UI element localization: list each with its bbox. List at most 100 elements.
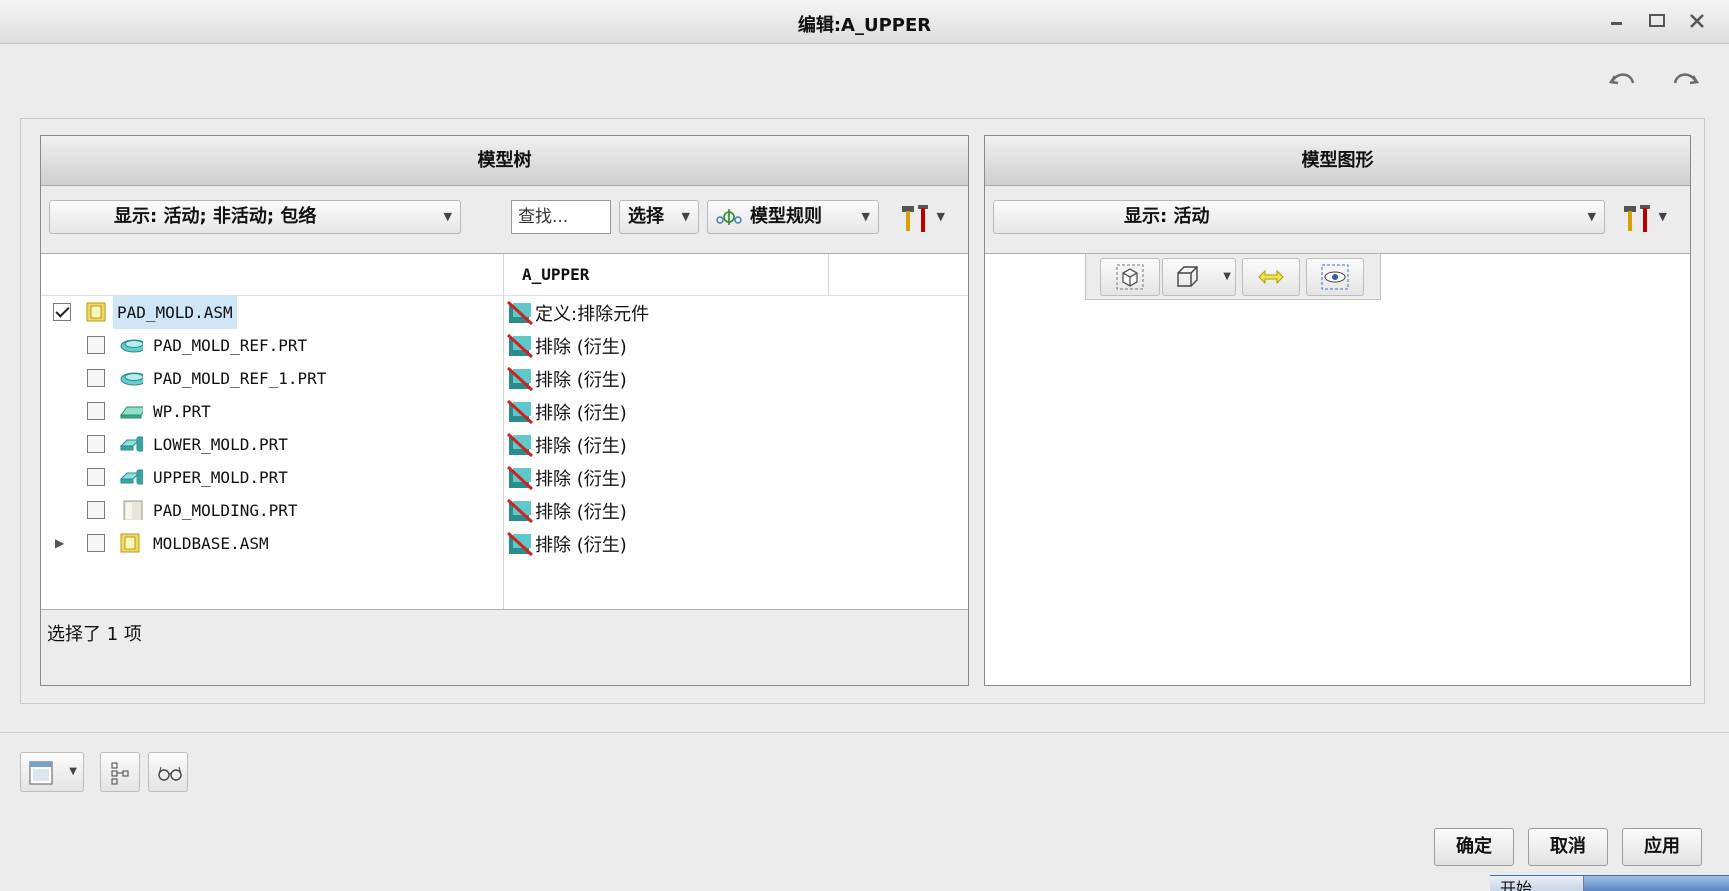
model-tree-toolbar: 显示: 活动; 非活动; 包络 ▼ 查找... 选择 ▼ 模型规则 ▼ ▼ bbox=[41, 186, 968, 254]
model-tree-panel: 模型树 显示: 活动; 非活动; 包络 ▼ 查找... 选择 ▼ 模型规则 ▼ bbox=[40, 135, 969, 686]
tree-row[interactable]: PAD_MOLD_REF_1.PRT 排除 (衍生) bbox=[41, 362, 970, 395]
minimize-button[interactable] bbox=[1607, 10, 1627, 32]
chevron-down-icon: ▼ bbox=[1223, 271, 1231, 282]
chevron-down-icon: ▼ bbox=[1587, 210, 1596, 223]
bottom-toolbar: ▼ bbox=[20, 752, 188, 792]
row-name: MOLDBASE.ASM bbox=[153, 534, 269, 553]
refit-view-button[interactable] bbox=[1100, 258, 1160, 296]
glasses-button[interactable] bbox=[148, 752, 188, 792]
row-status: 定义:排除元件 bbox=[507, 300, 649, 325]
chevron-down-icon: ▼ bbox=[861, 210, 870, 223]
model-rules-dropdown[interactable]: 模型规则 ▼ bbox=[707, 200, 879, 234]
row-checkbox[interactable] bbox=[87, 501, 105, 519]
exclude-icon bbox=[507, 300, 533, 325]
display-filter-label: 显示: 活动; 非活动; 包络 bbox=[114, 206, 317, 227]
model-graphics-toolbar: 显示: 活动 ▼ ▼ bbox=[985, 186, 1690, 254]
tools-icon bbox=[902, 205, 928, 232]
tree-row[interactable]: PAD_MOLDING.PRT 排除 (衍生) bbox=[41, 494, 970, 527]
tree-row[interactable]: LOWER_MOLD.PRT 排除 (衍生) bbox=[41, 428, 970, 461]
chevron-down-icon: ▼ bbox=[1658, 210, 1667, 223]
chevron-down-icon: ▼ bbox=[936, 210, 945, 223]
row-checkbox[interactable] bbox=[87, 369, 105, 387]
redo-icon bbox=[1673, 73, 1700, 85]
row-status: 排除 (衍生) bbox=[507, 333, 627, 358]
find-input[interactable]: 查找... bbox=[511, 200, 611, 234]
row-checkbox[interactable] bbox=[87, 468, 105, 486]
graphics-display-label: 显示: 活动 bbox=[1124, 206, 1210, 227]
window-title: 编辑:A_UPPER bbox=[797, 15, 932, 36]
window-controls bbox=[1607, 10, 1707, 32]
tree-view-button[interactable] bbox=[100, 752, 140, 792]
reference-part-icon bbox=[120, 372, 143, 386]
glasses-icon bbox=[158, 766, 182, 781]
model-rules-label: 模型规则 bbox=[750, 206, 822, 227]
view-style-dropdown[interactable]: ▼ bbox=[1162, 258, 1236, 296]
cancel-button[interactable]: 取消 bbox=[1528, 828, 1608, 866]
row-status: 排除 (衍生) bbox=[507, 366, 627, 391]
row-status: 排除 (衍生) bbox=[507, 399, 627, 424]
row-checkbox[interactable] bbox=[87, 534, 105, 552]
graphics-display-dropdown[interactable]: 显示: 活动 ▼ bbox=[993, 200, 1605, 234]
horizontal-arrows-icon bbox=[1258, 269, 1284, 285]
visibility-button[interactable] bbox=[1306, 258, 1364, 296]
chevron-down-icon: ▼ bbox=[69, 766, 77, 777]
column-a-upper[interactable]: A_UPPER bbox=[503, 254, 829, 296]
eye-icon bbox=[1321, 264, 1349, 290]
tree-row[interactable]: WP.PRT 排除 (衍生) bbox=[41, 395, 970, 428]
ok-button[interactable]: 确定 bbox=[1434, 828, 1514, 866]
undo-redo-group bbox=[1607, 68, 1701, 94]
exclude-icon bbox=[507, 366, 533, 391]
row-name: PAD_MOLD_REF_1.PRT bbox=[153, 369, 327, 388]
select-dropdown[interactable]: 选择 ▼ bbox=[619, 200, 699, 234]
row-name: PAD_MOLD.ASM bbox=[113, 296, 237, 329]
tree-row[interactable]: PAD_MOLD_REF.PRT 排除 (衍生) bbox=[41, 329, 970, 362]
row-status: 排除 (衍生) bbox=[507, 465, 627, 490]
orient-button[interactable] bbox=[1242, 258, 1300, 296]
model-graphics-panel: 模型图形 显示: 活动 ▼ ▼ ▼ bbox=[984, 135, 1691, 686]
row-checkbox[interactable] bbox=[87, 402, 105, 420]
workpiece-icon bbox=[120, 406, 143, 419]
reference-part-icon bbox=[120, 339, 143, 353]
maximize-button[interactable] bbox=[1647, 10, 1667, 32]
row-checkbox[interactable] bbox=[53, 303, 71, 321]
start-button[interactable]: 开始 bbox=[1490, 876, 1584, 891]
close-button[interactable] bbox=[1687, 10, 1707, 32]
assembly-icon bbox=[86, 302, 106, 322]
molding-part-icon bbox=[123, 500, 143, 520]
layout-dropdown[interactable]: ▼ bbox=[20, 752, 84, 792]
row-checkbox[interactable] bbox=[87, 435, 105, 453]
exclude-icon bbox=[507, 498, 533, 523]
row-name: LOWER_MOLD.PRT bbox=[153, 435, 288, 454]
selection-status: 选择了 1 项 bbox=[41, 609, 968, 685]
tools-icon bbox=[1624, 205, 1650, 232]
model-graphics-header: 模型图形 bbox=[985, 136, 1690, 186]
exclude-icon bbox=[507, 399, 533, 424]
mold-volume-icon bbox=[119, 436, 143, 452]
row-name: PAD_MOLD_REF.PRT bbox=[153, 336, 308, 355]
row-checkbox[interactable] bbox=[87, 336, 105, 354]
exclude-icon bbox=[507, 465, 533, 490]
graphics-settings-button[interactable]: ▼ bbox=[1615, 200, 1669, 236]
maximize-icon bbox=[1649, 14, 1665, 27]
expand-arrow-icon[interactable]: ▶ bbox=[55, 535, 67, 551]
os-taskbar: 开始 bbox=[1490, 875, 1729, 891]
graphics-view-toolbar: ▼ bbox=[1085, 254, 1381, 300]
wireframe-cube-icon bbox=[1177, 266, 1198, 287]
tree-settings-button[interactable]: ▼ bbox=[893, 200, 947, 236]
chevron-down-icon: ▼ bbox=[681, 210, 690, 223]
exclude-icon bbox=[507, 531, 533, 556]
row-status-text: 排除 (衍生) bbox=[535, 402, 627, 424]
layout-panel-icon bbox=[29, 761, 53, 785]
undo-button[interactable] bbox=[1607, 68, 1637, 94]
tree-row[interactable]: UPPER_MOLD.PRT 排除 (衍生) bbox=[41, 461, 970, 494]
minimize-icon bbox=[1611, 22, 1622, 25]
row-status: 排除 (衍生) bbox=[507, 531, 627, 556]
tree-row[interactable]: PAD_MOLD.ASM 定义:排除元件 bbox=[41, 296, 970, 329]
display-filter-dropdown[interactable]: 显示: 活动; 非活动; 包络 ▼ bbox=[49, 200, 461, 234]
apply-button[interactable]: 应用 bbox=[1622, 828, 1702, 866]
close-icon bbox=[1690, 14, 1704, 28]
row-status: 排除 (衍生) bbox=[507, 432, 627, 457]
row-status-text: 排除 (衍生) bbox=[535, 369, 627, 391]
redo-button[interactable] bbox=[1671, 68, 1701, 94]
tree-row[interactable]: ▶ MOLDBASE.ASM 排除 (衍生) bbox=[41, 527, 970, 560]
